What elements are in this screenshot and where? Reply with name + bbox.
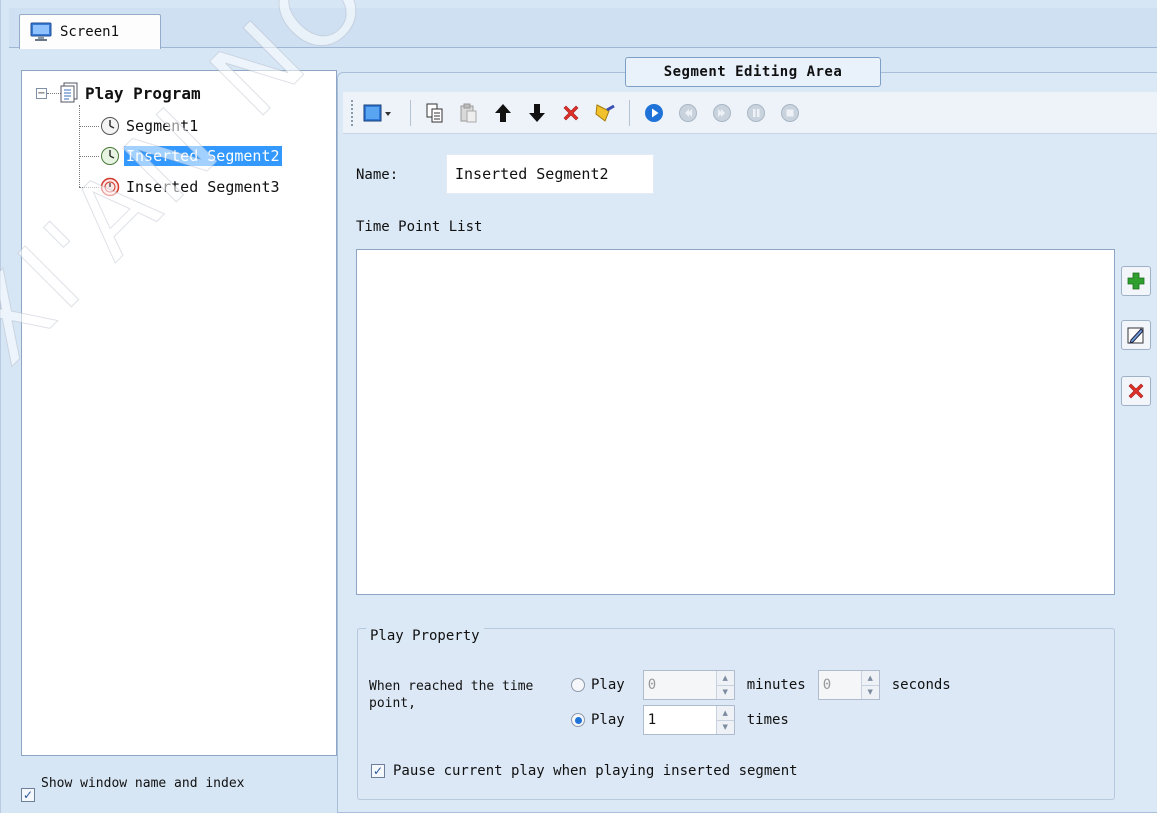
paste-button[interactable] bbox=[459, 101, 479, 125]
seconds-stepper[interactable]: 0 ▲ ▼ bbox=[817, 670, 880, 700]
play-times-label: Play bbox=[591, 712, 625, 728]
copy-button[interactable] bbox=[425, 101, 445, 125]
tree-line bbox=[79, 156, 99, 157]
seconds-label: seconds bbox=[891, 677, 951, 693]
tree-root-label: Play Program bbox=[85, 83, 201, 103]
program-tree: − Play Program Segment1 Inserted Segment… bbox=[21, 70, 337, 756]
tab-label: Screen1 bbox=[60, 24, 120, 40]
spin-up-icon[interactable]: ▲ bbox=[717, 706, 734, 720]
clear-button[interactable] bbox=[595, 101, 615, 125]
show-window-label: Show window name and index bbox=[41, 776, 245, 791]
previous-circle-icon bbox=[679, 103, 697, 122]
color-square-dropdown-icon bbox=[363, 104, 391, 121]
arrow-up-icon bbox=[495, 103, 511, 122]
play-property-legend: Play Property bbox=[366, 628, 484, 644]
tree-item-label: Inserted Segment2 bbox=[124, 146, 282, 166]
tab-screen1[interactable]: Screen1 bbox=[19, 14, 161, 49]
times-label: times bbox=[746, 712, 789, 728]
pause-button[interactable] bbox=[746, 101, 766, 125]
spin-up-icon[interactable]: ▲ bbox=[717, 671, 734, 685]
monitor-icon bbox=[30, 22, 52, 41]
times-stepper[interactable]: 1 ▲ ▼ bbox=[642, 705, 735, 735]
delete-button[interactable] bbox=[561, 101, 581, 125]
name-label: Name: bbox=[356, 167, 399, 183]
app-window: Screen1 − Play Program Segment1 Inserted… bbox=[0, 0, 1157, 813]
delete-x-icon bbox=[563, 105, 579, 120]
tree-item-inserted-segment3[interactable]: Inserted Segment3 bbox=[100, 175, 282, 199]
play-duration-label: Play bbox=[591, 677, 625, 693]
times-value: 1 bbox=[647, 712, 657, 728]
play-button[interactable] bbox=[644, 101, 664, 125]
edit-time-point-button[interactable] bbox=[1121, 320, 1151, 350]
move-down-button[interactable] bbox=[527, 101, 547, 125]
tree-item-segment1[interactable]: Segment1 bbox=[100, 114, 200, 138]
play-circle-icon bbox=[645, 103, 663, 122]
next-circle-icon bbox=[713, 103, 731, 122]
segment-type-dropdown[interactable] bbox=[362, 101, 396, 125]
plus-icon bbox=[1127, 272, 1145, 290]
play-duration-option: Play 0 ▲ ▼ minutes 0 ▲ ▼ seconds bbox=[571, 670, 951, 700]
tree-line bbox=[79, 126, 99, 127]
segment-editing-title: Segment Editing Area bbox=[625, 57, 881, 87]
delete-time-point-button[interactable] bbox=[1121, 376, 1151, 406]
time-point-list-label: Time Point List bbox=[356, 219, 483, 235]
seconds-value: 0 bbox=[822, 677, 832, 693]
minutes-value: 0 bbox=[647, 677, 657, 693]
spin-up-icon[interactable]: ▲ bbox=[862, 671, 879, 685]
collapse-icon[interactable]: − bbox=[36, 87, 47, 99]
add-time-point-button[interactable] bbox=[1121, 266, 1151, 296]
tree-item-inserted-segment2[interactable]: Inserted Segment2 bbox=[100, 144, 282, 168]
previous-button[interactable] bbox=[678, 101, 698, 125]
when-reached-label: When reached the time point, bbox=[369, 679, 534, 711]
stop-circle-icon bbox=[781, 103, 799, 122]
tree-line bbox=[79, 187, 99, 188]
clock-icon bbox=[101, 147, 119, 165]
minutes-stepper-arrows[interactable]: ▲ ▼ bbox=[715, 671, 734, 700]
tab-strip: Screen1 bbox=[9, 8, 1157, 49]
red-clock-icon bbox=[100, 177, 120, 197]
spin-down-icon[interactable]: ▼ bbox=[716, 719, 734, 735]
show-window-checkbox[interactable]: ✓ bbox=[21, 788, 35, 802]
spin-down-icon[interactable]: ▼ bbox=[716, 684, 734, 700]
minutes-label: minutes bbox=[746, 677, 806, 693]
copy-icon bbox=[426, 103, 443, 122]
play-duration-radio[interactable] bbox=[571, 678, 585, 692]
toolbar-separator bbox=[410, 99, 411, 126]
broom-icon bbox=[595, 103, 615, 122]
play-times-option: Play 1 ▲ ▼ times bbox=[571, 705, 789, 735]
tree-root-row[interactable]: − Play Program bbox=[36, 81, 203, 105]
time-point-list[interactable] bbox=[356, 249, 1115, 595]
next-button[interactable] bbox=[712, 101, 732, 125]
move-up-button[interactable] bbox=[493, 101, 513, 125]
segment-name-input[interactable]: Inserted Segment2 bbox=[446, 154, 654, 194]
tree-item-label: Inserted Segment3 bbox=[126, 178, 280, 196]
stop-button[interactable] bbox=[780, 101, 800, 125]
play-times-radio[interactable] bbox=[571, 713, 585, 727]
clock-icon bbox=[101, 117, 119, 135]
arrow-down-icon bbox=[529, 103, 545, 122]
pause-circle-icon bbox=[747, 103, 765, 122]
toolbar-separator bbox=[629, 99, 630, 126]
show-window-name-option[interactable]: ✓ Show window name and index bbox=[21, 776, 271, 802]
pause-current-play-label: Pause current play when playing inserted… bbox=[393, 763, 798, 779]
minutes-stepper[interactable]: 0 ▲ ▼ bbox=[642, 670, 735, 700]
document-list-icon bbox=[60, 82, 78, 103]
delete-x-icon bbox=[1128, 383, 1144, 399]
pause-current-play-option[interactable]: ✓ Pause current play when playing insert… bbox=[371, 763, 798, 779]
times-stepper-arrows[interactable]: ▲ ▼ bbox=[715, 706, 734, 735]
paste-icon bbox=[460, 103, 477, 122]
tree-line bbox=[79, 105, 80, 187]
segment-toolbar bbox=[343, 92, 1157, 134]
edit-icon bbox=[1127, 327, 1144, 344]
tree-item-label: Segment1 bbox=[126, 117, 199, 135]
toolbar-grip bbox=[351, 99, 354, 126]
pause-current-play-checkbox[interactable]: ✓ bbox=[371, 764, 385, 778]
radio-selected-dot bbox=[574, 716, 582, 724]
spin-down-icon[interactable]: ▼ bbox=[861, 684, 879, 700]
seconds-stepper-arrows[interactable]: ▲ ▼ bbox=[860, 671, 879, 700]
